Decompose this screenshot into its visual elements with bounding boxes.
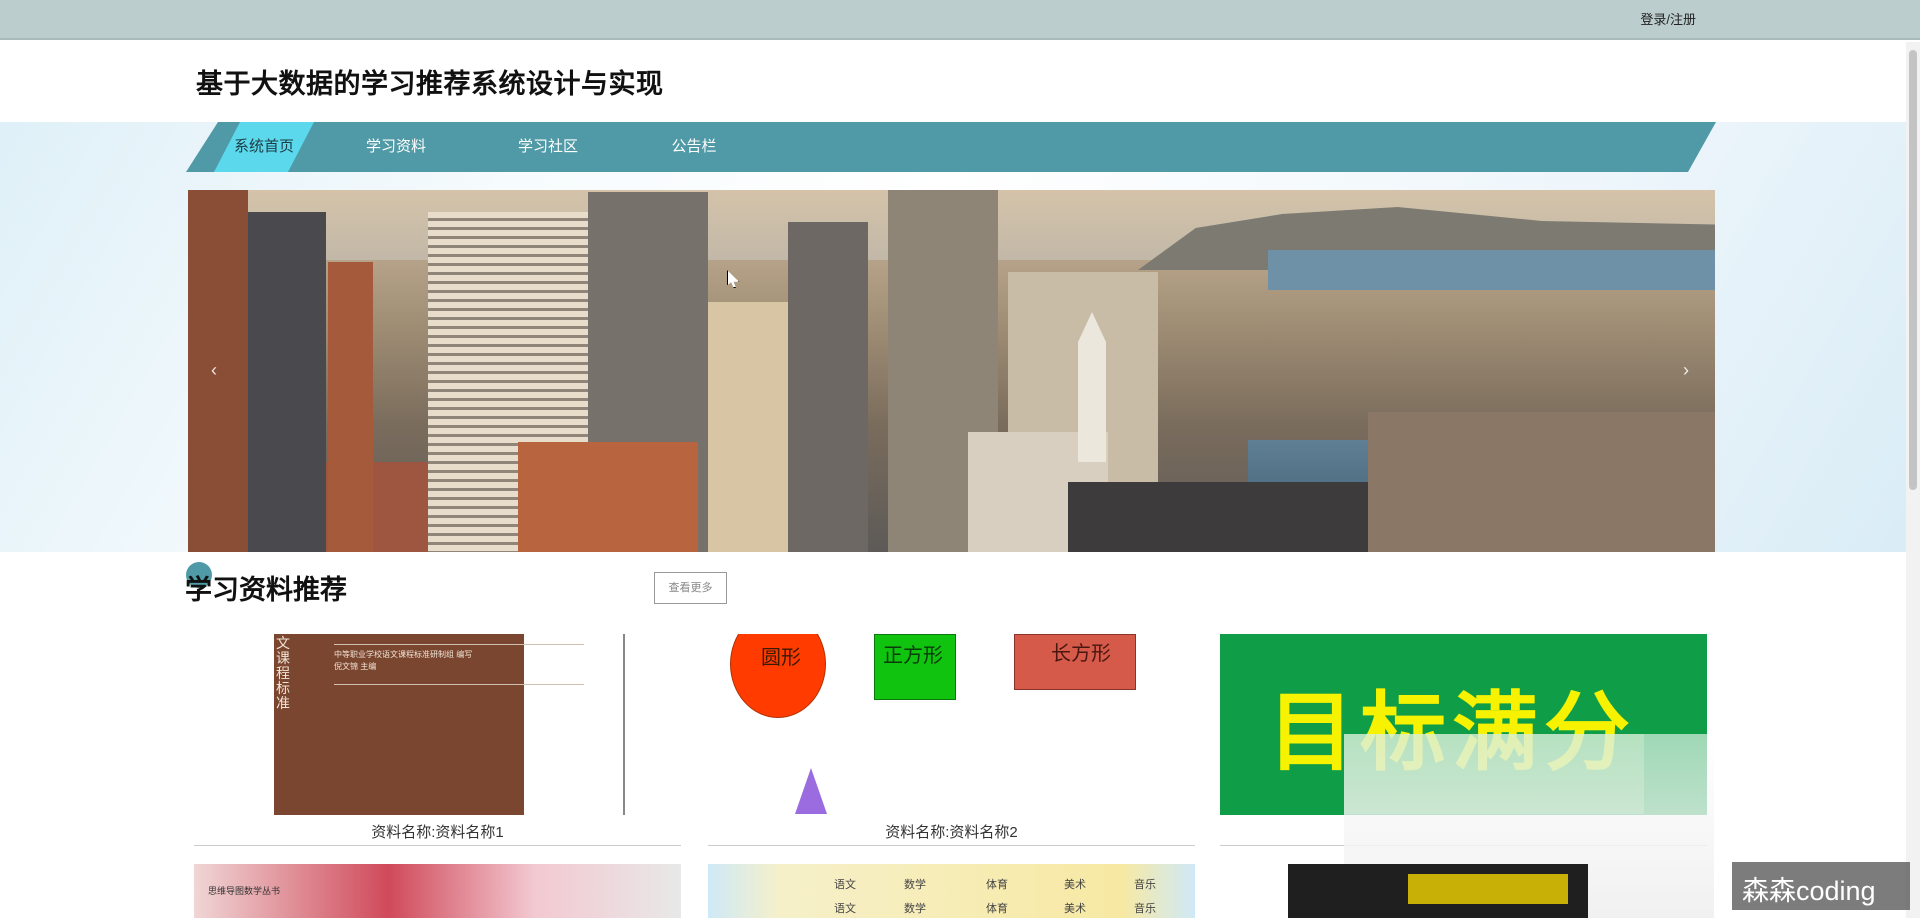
login-register-link[interactable]: 登录/注册 [1640,9,1696,28]
circle-shape: 圆形 [730,634,826,718]
nav-item-notice[interactable]: 公告栏 [644,122,744,172]
material-card-image[interactable]: 思维导图数学丛书 [194,864,681,918]
carousel-next-icon[interactable]: › [1676,358,1696,382]
material-card-name: 资料名称:资料名称2 [885,824,1018,841]
rectangle-label: 长方形 [1051,643,1111,665]
triangle-shape [795,768,827,814]
book-rule [334,684,584,685]
material-card[interactable]: 文课程标准 中等职业学校语文课程标准研制组 编写 倪文锦 主编 资料名称:资料名… [194,634,681,846]
nav-item-materials[interactable]: 学习资料 [346,122,446,172]
book-author-text: 倪文锦 主编 [334,662,377,671]
banner-carousel[interactable]: ‹ › [188,190,1715,552]
material-card-image: 文课程标准 中等职业学校语文课程标准研制组 编写 倪文锦 主编 [194,634,681,815]
section-title: 学习资料推荐 [185,575,347,605]
nav-item-home[interactable]: 系统首页 [214,122,314,172]
carousel-prev-icon[interactable]: ‹ [204,358,224,382]
watermark-text: 森森coding [1742,876,1876,906]
timetable-cell: 音乐 [1134,879,1156,891]
square-shape: 正方形 [874,634,956,700]
book-publisher-text: 中等职业学校语文课程标准研制组 编写 [334,650,473,659]
blurred-region [1408,874,1568,904]
book-title-text: 思维导图数学丛书 [208,886,281,896]
timetable-cell: 美术 [1064,903,1086,915]
nav-item-community[interactable]: 学习社区 [498,122,598,172]
view-more-button[interactable]: 查看更多 [654,572,727,604]
top-bar: 登录/注册 [0,0,1920,40]
material-card-image[interactable] [1288,864,1588,918]
site-title: 基于大数据的学习推荐系统设计与实现 [196,69,664,99]
circle-label: 圆形 [761,647,801,669]
book-rule [334,644,584,645]
book-spine-text: 文课程标准 [276,635,290,711]
square-label: 正方形 [883,645,943,667]
banner-clock-tower [1078,312,1106,462]
divider-line [623,634,625,815]
banner-building [248,212,326,552]
timetable-cell: 体育 [986,879,1008,891]
scrollbar-thumb[interactable] [1909,50,1917,490]
banner-building [788,222,868,552]
page-scrollbar[interactable] [1906,42,1920,918]
timetable-cell: 语文 [834,903,856,915]
book-cover: 文课程标准 中等职业学校语文课程标准研制组 编写 倪文锦 主编 [274,634,584,815]
rectangle-shape: 长方形 [1014,634,1136,690]
banner-building [1368,412,1715,552]
material-card-name: 资料名称:资料名称1 [371,824,504,841]
material-card-image: 圆形 正方形 长方形 [708,634,1195,815]
banner-pier [1068,482,1368,552]
timetable-cell: 体育 [986,903,1008,915]
material-card[interactable]: 圆形 正方形 长方形 资料名称:资料名称2 [708,634,1195,846]
timetable-cell: 美术 [1064,879,1086,891]
banner-building [328,262,373,552]
timetable-cell: 语文 [834,879,856,891]
timetable-cell: 数学 [904,879,926,891]
material-card-image[interactable]: 语文 数学 体育 美术 音乐 语文 数学 体育 美术 音乐 [708,864,1195,918]
site-header: 基于大数据的学习推荐系统设计与实现 [0,42,1920,122]
main-nav: 系统首页 学习资料 学习社区 公告栏 [186,122,1716,172]
banner-bay [1268,250,1715,290]
banner-building [518,442,698,552]
timetable-cell: 音乐 [1134,903,1156,915]
timetable-cell: 数学 [904,903,926,915]
